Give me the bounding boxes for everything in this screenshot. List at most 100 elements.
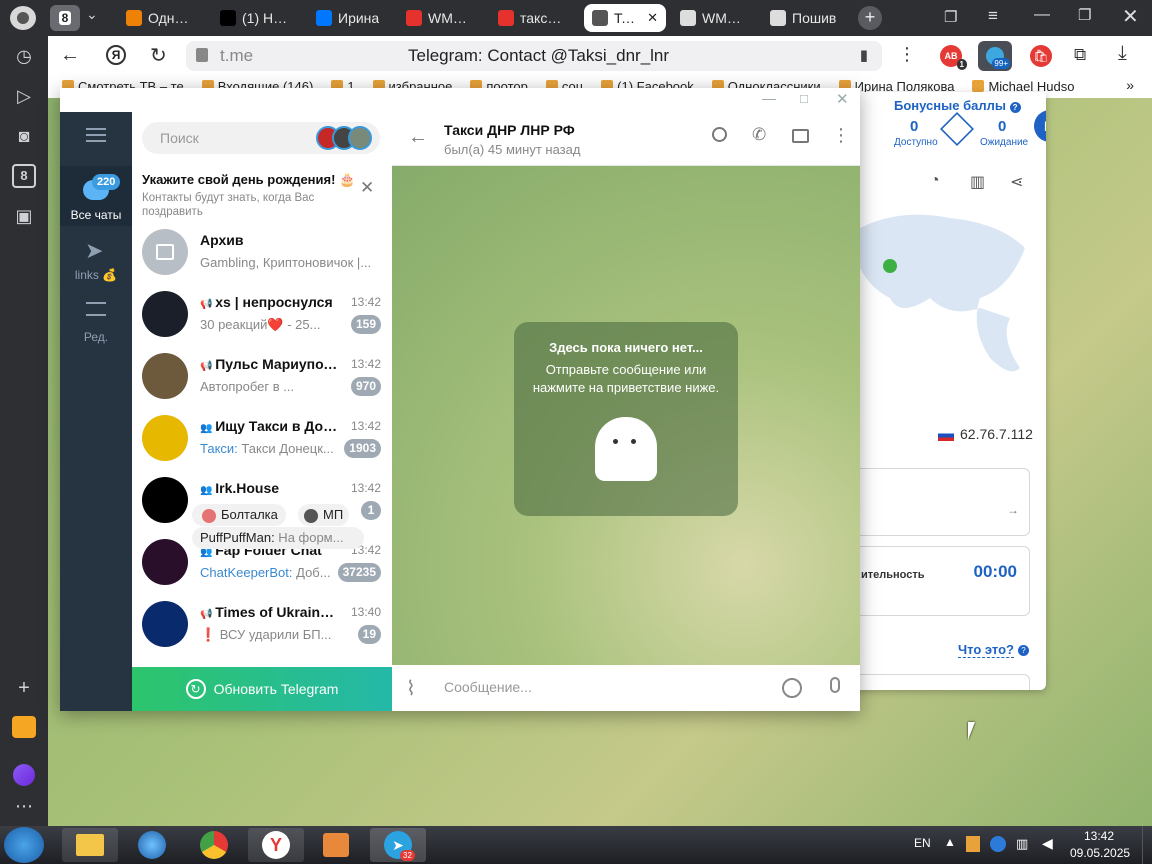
- yandex-icon[interactable]: Я: [106, 45, 126, 65]
- puzzle-extensions-icon[interactable]: ⧉: [1074, 45, 1086, 65]
- sidebar-toggle-icon[interactable]: [792, 129, 809, 143]
- topic-chip[interactable]: Болталка: [192, 504, 286, 526]
- close-tab-icon[interactable]: ✕: [647, 10, 658, 26]
- map-icon[interactable]: ▥: [970, 172, 985, 192]
- phone-icon[interactable]: ✆: [752, 125, 766, 145]
- taskbar-yandex[interactable]: Y: [248, 828, 304, 862]
- browser-tab[interactable]: Пошив: [762, 4, 846, 32]
- taskbar-explorer[interactable]: [62, 828, 118, 862]
- chat-row-archive[interactable]: Архив Gambling, Криптоновичок |...: [132, 222, 392, 284]
- browser-tab[interactable]: такси б: [490, 4, 574, 32]
- new-tab-button[interactable]: +: [858, 6, 882, 30]
- collections-icon[interactable]: ▣: [12, 204, 36, 228]
- chat-row[interactable]: 📢 xs | непроснулся 13:42 30 реакций❤️ - 25…: [132, 284, 392, 346]
- clock-time[interactable]: 13:42: [1084, 829, 1114, 843]
- hamburger-menu-icon[interactable]: [86, 128, 106, 142]
- taskbar-telegram[interactable]: ➤ 32: [370, 828, 426, 862]
- what-is-link[interactable]: Что это?: [958, 642, 1014, 658]
- browser-tab[interactable]: Однокл: [118, 4, 204, 32]
- close-window-button[interactable]: ✕: [1122, 4, 1139, 29]
- composer: ⌇ Сообщение...: [392, 665, 860, 711]
- search-input[interactable]: Поиск: [142, 122, 380, 154]
- bookmarks-overflow-icon[interactable]: »: [1126, 77, 1134, 93]
- history-icon[interactable]: ◷: [12, 44, 36, 68]
- back-arrow-icon[interactable]: ←: [408, 126, 428, 149]
- minimize-window-button[interactable]: —: [1034, 6, 1050, 24]
- start-button[interactable]: [4, 827, 44, 863]
- bookmark-icon: [972, 80, 985, 92]
- info-icon: ?: [1018, 645, 1029, 656]
- camera-icon[interactable]: ◙: [12, 124, 36, 148]
- search-icon[interactable]: [712, 127, 727, 142]
- more-options-icon[interactable]: ⋮: [898, 44, 916, 65]
- tray-app-icon[interactable]: [966, 836, 980, 852]
- adblock-extension-icon[interactable]: AB 1: [940, 45, 967, 70]
- url-field[interactable]: t.me Telegram: Contact @Taksi_dnr_lnr ▮: [186, 41, 882, 71]
- clock-date[interactable]: 09.05.2025: [1070, 846, 1130, 860]
- unread-badge: 37235: [337, 563, 381, 582]
- chat-row[interactable]: 👥 Ищу Такси в Дон... 13:42 Такси: Такси До…: [132, 408, 392, 470]
- update-label: Обновить Telegram: [213, 681, 339, 697]
- paperclip-icon[interactable]: ⌇: [406, 676, 416, 701]
- restore-window-button[interactable]: ❐: [1078, 6, 1091, 24]
- share-icon[interactable]: ⋖: [1010, 172, 1023, 192]
- chat-row[interactable]: 📢 Times of Ukraine: ... 13:40 ❗ ВСУ ударил…: [132, 594, 392, 656]
- alice-assistant-icon[interactable]: [13, 764, 35, 786]
- close-window-button[interactable]: ✕: [836, 90, 849, 108]
- show-desktop-button[interactable]: [1142, 826, 1152, 864]
- network-icon[interactable]: ▥: [1016, 836, 1028, 852]
- add-panel-icon[interactable]: +: [12, 676, 36, 700]
- vpn-extension-icon[interactable]: 99+: [978, 41, 1012, 71]
- folder-edit[interactable]: Ред.: [60, 296, 132, 352]
- tabs-dropdown-icon[interactable]: ⌄: [86, 6, 98, 23]
- browser-tab[interactable]: WMmai: [398, 4, 482, 32]
- folder-links[interactable]: ➤ links 💰: [60, 234, 132, 290]
- tray-shield-icon[interactable]: [990, 836, 1006, 852]
- microphone-icon[interactable]: [830, 677, 840, 693]
- more-options-icon[interactable]: ⋮: [832, 125, 850, 146]
- taskbar-globe[interactable]: [124, 828, 180, 862]
- telegram-unread-badge: 32: [400, 850, 415, 861]
- download-icon[interactable]: ⤓: [1118, 42, 1127, 65]
- media-player-icon: [323, 833, 349, 857]
- update-telegram-button[interactable]: ↻ Обновить Telegram: [132, 667, 392, 711]
- message-input[interactable]: Сообщение...: [444, 679, 532, 695]
- reload-icon[interactable]: ↻: [150, 43, 167, 68]
- minimize-window-button[interactable]: —: [762, 90, 776, 106]
- play-icon[interactable]: ▷: [12, 84, 36, 108]
- hamburger-menu-icon[interactable]: ≡: [988, 6, 998, 26]
- folder-all-chats[interactable]: 220 Все чаты: [60, 166, 132, 226]
- chat-name: 📢 xs | непроснулся: [200, 294, 333, 310]
- bookmark-icon[interactable]: ▮: [860, 46, 868, 64]
- browser-tab[interactable]: Ирина: [308, 4, 390, 32]
- taskbar-media-player[interactable]: [308, 828, 364, 862]
- show-hidden-icons-icon[interactable]: ▲: [944, 835, 956, 849]
- browser-tab[interactable]: Teleg ✕: [584, 4, 666, 32]
- more-icon[interactable]: ⋯: [12, 794, 36, 818]
- location-card[interactable]: →: [846, 468, 1030, 536]
- chat-title[interactable]: Такси ДНР ЛНР РФ: [444, 122, 575, 138]
- birthday-banner[interactable]: Укажите свой день рождения! 🎂 Контакты б…: [132, 164, 392, 222]
- browser-tab[interactable]: (1) Hom: [212, 4, 300, 32]
- ghost-sticker-icon[interactable]: [595, 417, 657, 481]
- tab-counter-button[interactable]: 8: [50, 5, 80, 31]
- download-button[interactable]: DOWNLOAD: [1034, 110, 1046, 142]
- language-indicator[interactable]: EN: [914, 836, 931, 850]
- browser-menu-button[interactable]: [10, 6, 36, 30]
- topic-chip[interactable]: МП: [298, 504, 350, 526]
- chat-row[interactable]: 📢 Пульс Мариуполя 13:42 Автопробег в ... 97…: [132, 346, 392, 408]
- tab-counter-icon[interactable]: 8: [12, 164, 36, 188]
- mail-app-icon[interactable]: [12, 716, 36, 738]
- yandex-icon: [406, 10, 422, 26]
- story-avatars[interactable]: [316, 126, 376, 150]
- shopping-extension-icon[interactable]: 🛍: [1030, 45, 1052, 67]
- browser-tab[interactable]: WMmai: [672, 4, 754, 32]
- volume-icon[interactable]: ◀: [1042, 835, 1053, 852]
- page-speed-icon[interactable]: ◔: [930, 172, 940, 190]
- back-icon[interactable]: ←: [60, 44, 80, 67]
- close-icon[interactable]: ✕: [360, 178, 374, 198]
- maximize-window-button[interactable]: □: [800, 91, 808, 106]
- taskbar-chrome[interactable]: [186, 828, 242, 862]
- collections-icon[interactable]: ❐: [944, 8, 957, 26]
- emoji-icon[interactable]: [782, 678, 802, 698]
